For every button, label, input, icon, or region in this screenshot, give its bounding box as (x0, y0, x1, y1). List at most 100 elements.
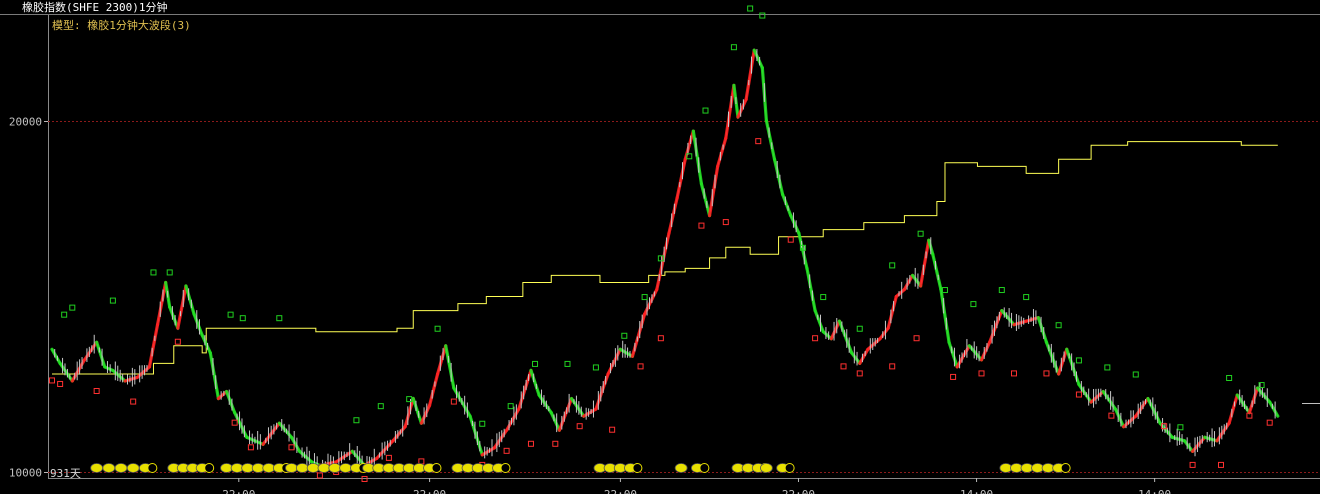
marker-top (998, 287, 1005, 294)
price-segment (176, 284, 188, 330)
price-segment (789, 213, 801, 235)
marker-top (1023, 294, 1030, 301)
price-segment (1247, 386, 1260, 415)
signal-end (699, 463, 710, 473)
price-segment (630, 312, 647, 358)
price-segment (537, 393, 553, 415)
price-segment (594, 372, 610, 411)
marker-bottom (57, 380, 64, 387)
x-tick-label-0: 22:00 (222, 488, 255, 494)
price-segment (1089, 389, 1105, 404)
signal-dot (674, 463, 688, 473)
marker-top (820, 294, 827, 301)
price-segment (184, 284, 196, 316)
marker-bottom (174, 338, 181, 345)
x-tick-label-5: 14:00 (1138, 488, 1171, 494)
price-segment (919, 238, 931, 288)
marker-top (239, 315, 246, 322)
marker-bottom (1217, 461, 1224, 468)
price-segment (1024, 316, 1040, 323)
price-segment (858, 347, 870, 365)
marker-bottom (812, 335, 819, 342)
price-segment (1255, 386, 1272, 404)
signal-end (784, 463, 795, 473)
price-segment (480, 446, 497, 457)
marker-bottom (1043, 370, 1050, 377)
price-segment (813, 309, 825, 334)
price-segment (947, 340, 959, 369)
x-tick-label-2: 22:00 (604, 488, 637, 494)
marker-bottom (889, 363, 896, 370)
price-segment (70, 358, 87, 383)
price-segment (866, 337, 882, 351)
price-segment (111, 368, 127, 383)
price-segment (988, 309, 1004, 344)
price-segment (1036, 316, 1049, 344)
price-segment (736, 97, 748, 119)
price-segment (1146, 396, 1162, 425)
price-segment (1113, 407, 1126, 429)
signal-dot (126, 463, 140, 473)
marker-top (730, 44, 737, 51)
marker-bottom (637, 363, 644, 370)
price-segment (208, 351, 221, 401)
marker-top (641, 294, 648, 301)
signal-dot (317, 463, 331, 473)
marker-bottom (950, 373, 957, 380)
marker-bottom (552, 440, 559, 447)
title-bar (0, 0, 1320, 14)
marker-bottom (130, 398, 137, 405)
marker-top (1226, 375, 1233, 382)
days-label: 931天 (50, 467, 81, 480)
price-segment (1268, 400, 1280, 418)
marker-top (702, 107, 709, 114)
marker-top (276, 315, 283, 322)
price-segment (58, 361, 74, 383)
marker-top (1177, 424, 1184, 431)
marker-bottom (840, 363, 847, 370)
marker-top (941, 287, 948, 294)
price-segment (850, 351, 862, 365)
price-segment (667, 196, 679, 235)
price-segment (606, 347, 622, 376)
price-segment (894, 287, 906, 299)
price-segment (618, 347, 635, 358)
window-title: 橡胶指数(SHFE 2300)1分钟 (22, 0, 167, 14)
price-segment (955, 344, 971, 369)
marker-top (1055, 322, 1062, 329)
price-segment (724, 83, 736, 140)
signal-dot (295, 463, 309, 473)
marker-bottom (913, 335, 920, 342)
price-segment (939, 287, 951, 344)
price-segment (82, 340, 99, 362)
signal-dot (285, 463, 298, 473)
marker-bottom (576, 423, 583, 430)
price-segment (468, 414, 484, 457)
price-segment (517, 368, 533, 411)
price-segment (557, 396, 574, 432)
x-tick-labels: 22:00 22:00 22:00 22:00 14:00 14:00 (222, 478, 1171, 494)
marker-bottom (722, 219, 729, 226)
price-segment (805, 266, 817, 313)
price-segment (505, 407, 521, 432)
marker-bottom (978, 370, 985, 377)
marker-bottom (93, 388, 100, 395)
price-segment (403, 396, 415, 429)
price-segment (147, 323, 160, 369)
signal-end (431, 463, 442, 473)
marker-bottom (787, 236, 794, 243)
price-segment (772, 157, 785, 197)
marker-bottom (316, 472, 323, 479)
marker-top (532, 360, 539, 367)
marker-top (109, 297, 116, 304)
price-segment (675, 157, 687, 200)
x-tick-label-1: 22:00 (413, 488, 446, 494)
marker-bottom (1108, 412, 1115, 419)
price-segment (707, 164, 720, 218)
marker-top (479, 420, 486, 427)
y-tick-label-20000: 20000 (9, 116, 42, 129)
marker-bottom (657, 335, 664, 342)
signal-end (632, 463, 643, 473)
price-segment (1121, 414, 1138, 429)
marker-top (353, 417, 360, 424)
